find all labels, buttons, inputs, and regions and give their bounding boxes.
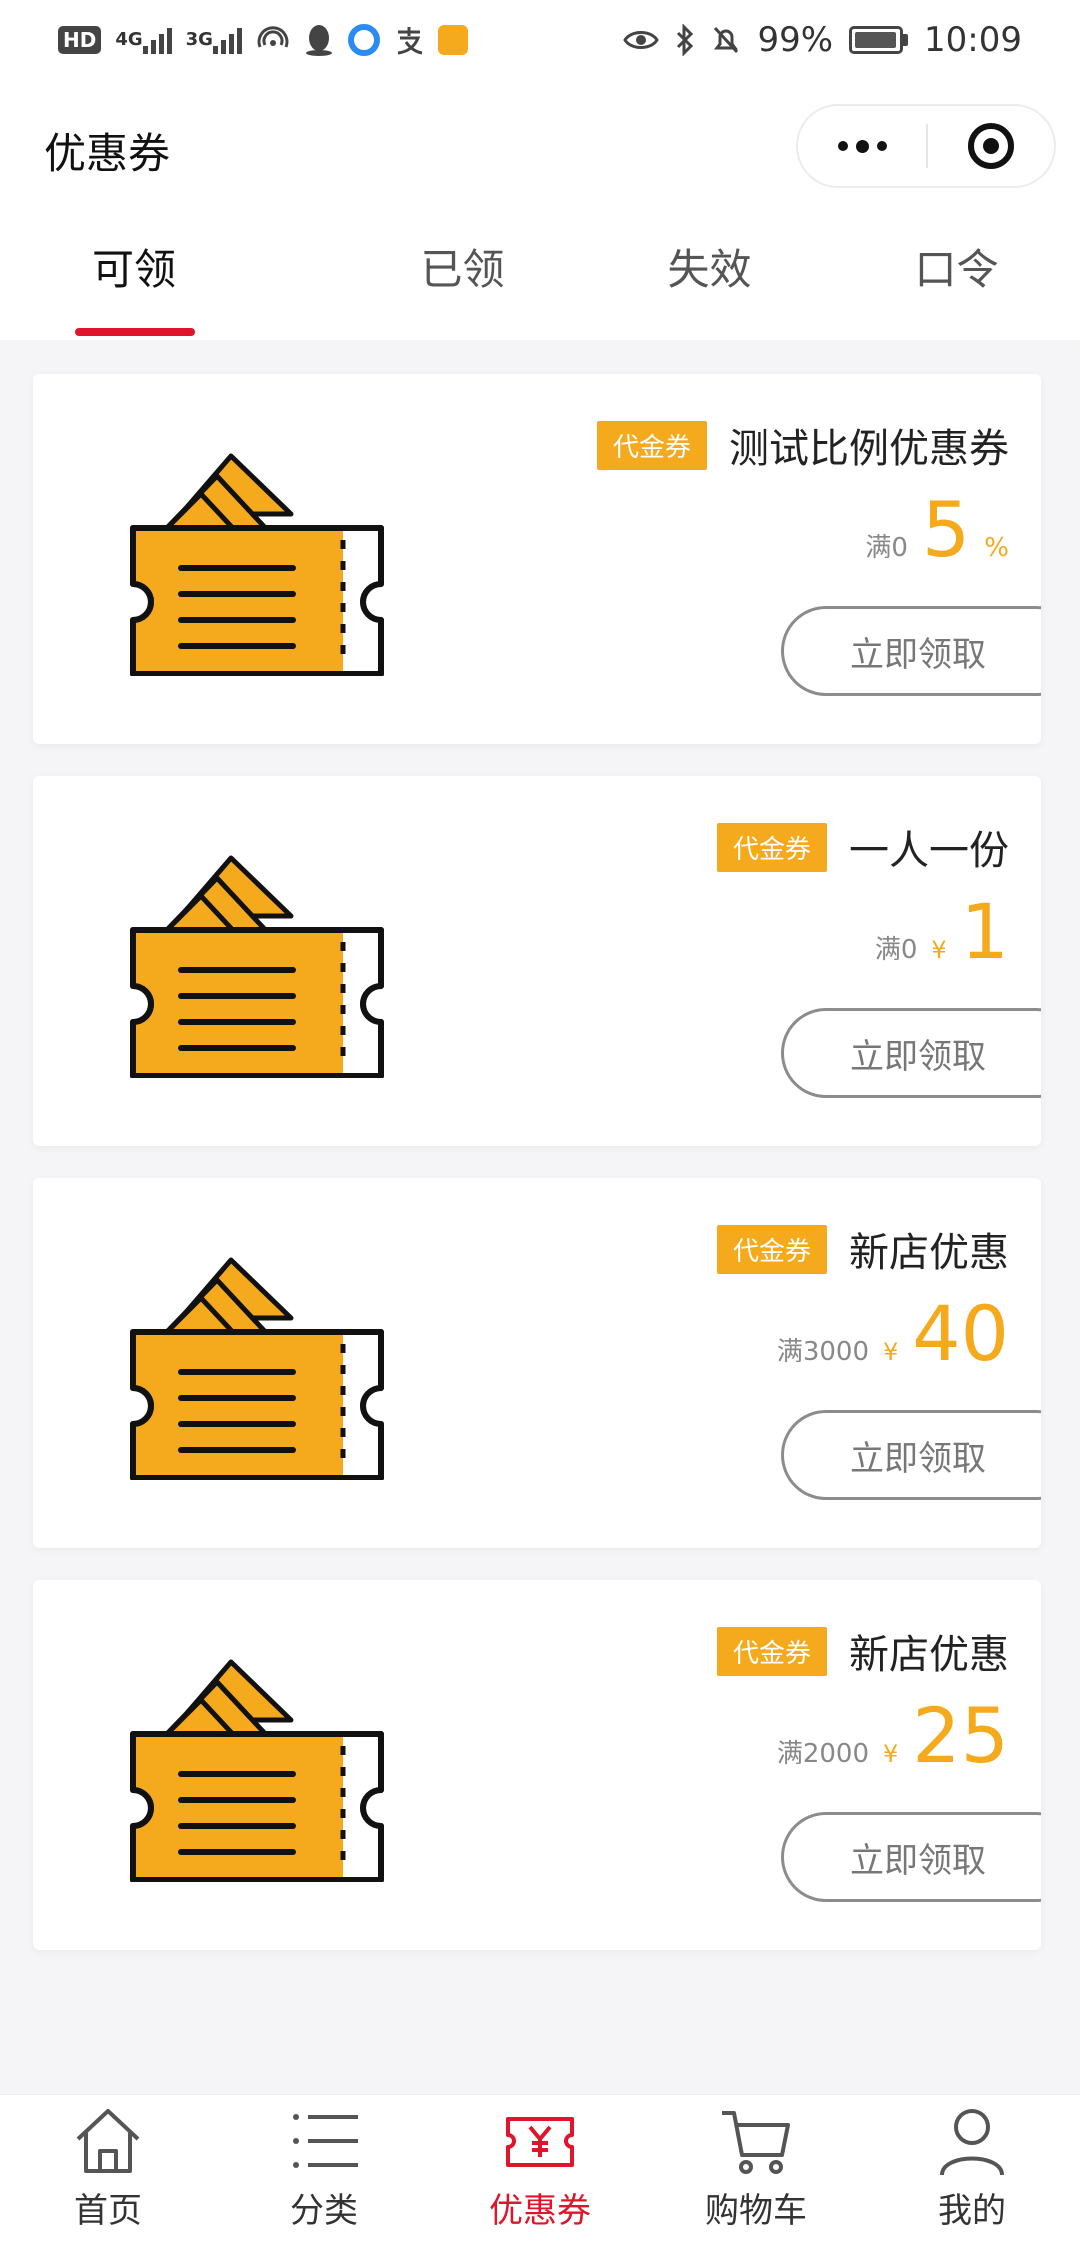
- qq-icon: [304, 22, 334, 58]
- coupon-amount: 满2000 ¥ 25: [777, 1698, 1009, 1774]
- nav-profile[interactable]: 我的: [864, 2095, 1080, 2244]
- coupon-type-badge: 代金券: [716, 822, 827, 872]
- coupon-header: 代金券 一人一份: [716, 818, 1009, 876]
- coupon-currency: ¥: [883, 1338, 899, 1366]
- status-bar: HD 4G 3G 99% 10:09: [0, 0, 1080, 80]
- coupon-name: 一人一份: [849, 828, 1009, 874]
- tab-claimed[interactable]: 已领: [339, 215, 586, 340]
- eye-icon: [623, 22, 660, 58]
- browser-icon: [347, 22, 380, 58]
- coupon-type-badge: 代金券: [716, 1626, 827, 1676]
- coupon-card: 代金券 一人一份 满0 ¥ 1 立即领取: [33, 776, 1041, 1146]
- nav-category[interactable]: 分类: [216, 2095, 432, 2244]
- coupon-amount: 满3000 ¥ 40: [777, 1296, 1009, 1372]
- home-icon: [76, 2109, 140, 2173]
- coupon-type-badge: 代金券: [596, 420, 707, 470]
- coupon-value: 5: [921, 485, 971, 574]
- claim-coupon-button[interactable]: 立即领取: [781, 606, 1041, 696]
- claim-coupon-button[interactable]: 立即领取: [781, 1008, 1041, 1098]
- coupon-ticket-icon: [130, 453, 384, 676]
- coupon-value: 1: [960, 887, 1009, 976]
- coupon-condition: 满3000: [776, 1337, 869, 1367]
- signal-3g-icon: 3G: [186, 22, 242, 58]
- nav-label: 优惠券: [489, 2191, 591, 2231]
- coupon-name: 新店优惠: [849, 1230, 1009, 1276]
- coupon-currency: ¥: [883, 1740, 899, 1768]
- coupon-tabs: 可领 已领 失效 口令: [0, 215, 1080, 340]
- tab-label: 可领: [92, 245, 177, 294]
- coupon-header: 代金券 测试比例优惠券: [596, 416, 1009, 474]
- bottom-nav: 首页 分类 优惠券 购物车 我的: [0, 2094, 1080, 2244]
- nav-cart[interactable]: 购物车: [648, 2095, 864, 2244]
- nav-label: 购物车: [705, 2191, 807, 2231]
- mute-bell-icon: [711, 22, 741, 58]
- tab-label: 已领: [420, 245, 505, 294]
- coupon-ticket-icon: [130, 855, 384, 1078]
- battery-percent: 99%: [757, 20, 834, 60]
- more-menu-button[interactable]: [798, 106, 926, 186]
- more-dots-icon: [837, 141, 848, 151]
- header: 优惠券: [0, 80, 1080, 215]
- battery-icon: [849, 22, 909, 58]
- coupon-ticket-icon: [130, 1257, 384, 1480]
- coupon-amount: 满0 ¥ 1: [875, 894, 1009, 970]
- page-title: 优惠券: [44, 129, 171, 178]
- coupon-list: 代金券 测试比例优惠券 满0 5 % 立即领取 代金券 一人一份 满0 ¥ 1 …: [33, 374, 1041, 1982]
- claim-coupon-button[interactable]: 立即领取: [781, 1410, 1041, 1500]
- coupon-condition: 满2000: [776, 1739, 869, 1769]
- coupon-name: 新店优惠: [849, 1632, 1009, 1678]
- tab-expired[interactable]: 失效: [586, 215, 833, 340]
- tab-label: 失效: [667, 245, 752, 294]
- network-3g-label: 3G: [185, 29, 213, 50]
- status-right: 99% 10:09: [623, 20, 1022, 60]
- tab-claimable[interactable]: 可领: [0, 215, 339, 340]
- network-4g-label: 4G: [115, 29, 143, 50]
- app-notification-icon: [437, 25, 468, 55]
- coupon-amount: 满0 5 %: [865, 492, 1009, 568]
- nav-label: 分类: [290, 2191, 358, 2231]
- nav-coupon[interactable]: 优惠券: [432, 2095, 648, 2244]
- nav-home[interactable]: 首页: [0, 2095, 216, 2244]
- profile-icon: [940, 2109, 1004, 2176]
- target-close-icon: [967, 123, 1014, 169]
- coupon-ticket-icon: [130, 1659, 384, 1882]
- coupon-name: 测试比例优惠券: [729, 426, 1009, 472]
- hd-badge: HD: [58, 26, 102, 54]
- nav-label: 首页: [74, 2191, 142, 2231]
- close-miniprogram-button[interactable]: [928, 106, 1054, 186]
- coupon-value: 25: [912, 1691, 1009, 1780]
- alipay-icon: [394, 22, 424, 58]
- status-left: HD 4G 3G: [58, 22, 468, 58]
- clock: 10:09: [924, 20, 1022, 60]
- coupon-currency: ¥: [931, 936, 947, 964]
- tab-passcode[interactable]: 口令: [833, 215, 1080, 340]
- category-list-icon: [293, 2114, 358, 2168]
- coupon-header: 代金券 新店优惠: [716, 1622, 1009, 1680]
- coupon-type-badge: 代金券: [716, 1224, 827, 1274]
- wifi-hotspot-icon: [256, 22, 290, 58]
- coupon-condition: 满0: [874, 935, 918, 965]
- claim-coupon-button[interactable]: 立即领取: [781, 1812, 1041, 1902]
- tab-label: 口令: [914, 245, 999, 294]
- coupon-header: 代金券 新店优惠: [716, 1220, 1009, 1278]
- miniprogram-capsule: [796, 104, 1056, 188]
- coupon-percent-suffix: %: [984, 533, 1009, 563]
- coupon-card: 代金券 测试比例优惠券 满0 5 % 立即领取: [33, 374, 1041, 744]
- coupon-card: 代金券 新店优惠 满2000 ¥ 25 立即领取: [33, 1580, 1041, 1950]
- coupon-card: 代金券 新店优惠 满3000 ¥ 40 立即领取: [33, 1178, 1041, 1548]
- signal-4g-icon: 4G: [115, 22, 172, 58]
- coupon-value: 40: [912, 1289, 1009, 1378]
- nav-label: 我的: [938, 2191, 1006, 2231]
- coupon-condition: 满0: [865, 533, 908, 563]
- bluetooth-icon: [675, 22, 695, 58]
- coupon-icon: [506, 2117, 574, 2167]
- cart-icon: [722, 2111, 790, 2174]
